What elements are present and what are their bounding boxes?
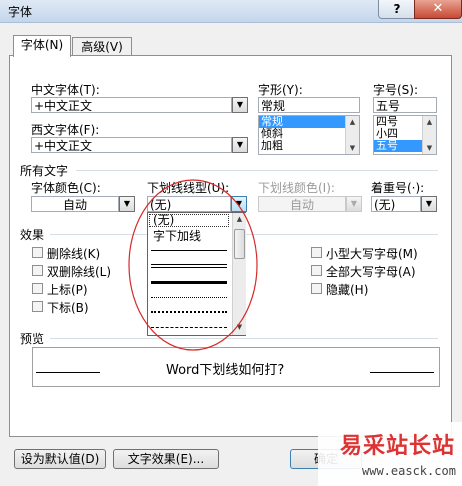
strikethrough-checkbox[interactable] — [32, 247, 43, 258]
chinese-font-label: 中文字体(T): — [31, 83, 100, 97]
watermark-url: www.easck.com — [362, 464, 456, 478]
superscript-checkbox[interactable] — [32, 283, 43, 294]
font-style-label: 字形(Y): — [258, 83, 303, 97]
all-text-heading: 所有文字 — [20, 164, 69, 178]
font-color-field[interactable]: 自动 — [31, 196, 119, 212]
font-size-option[interactable]: 五号 — [374, 140, 422, 152]
preview-baseline-left — [36, 372, 100, 373]
underline-color-dropdown-icon: ▼ — [346, 196, 362, 212]
double-strikethrough-checkbox[interactable] — [32, 265, 43, 276]
western-font-label: 西文字体(F): — [31, 123, 100, 137]
effects-heading: 效果 — [20, 228, 45, 242]
close-button[interactable]: ✕ — [414, 0, 462, 19]
tab-advanced[interactable]: 高级(V) — [72, 37, 132, 56]
preview-sample-text: Word下划线如何打? — [166, 363, 285, 378]
tab-font[interactable]: 字体(N) — [13, 35, 71, 57]
hidden-checkbox[interactable] — [311, 283, 322, 294]
annotation-circle — [128, 179, 258, 351]
preview-baseline-right — [370, 372, 434, 373]
chinese-font-dropdown-icon[interactable]: ▼ — [232, 97, 248, 113]
text-effects-button[interactable]: 文字效果(E)... — [113, 449, 219, 469]
font-color-label: 字体颜色(C): — [31, 181, 101, 195]
all-caps-checkbox[interactable] — [311, 265, 322, 276]
font-size-field[interactable]: 五号 — [373, 97, 437, 113]
superscript-label: 上标(P) — [47, 283, 88, 297]
font-size-scrollbar[interactable]: ▲ ▼ — [422, 116, 436, 154]
window-title: 字体 — [8, 5, 33, 19]
strikethrough-label: 删除线(K) — [47, 247, 101, 261]
scroll-up-icon[interactable]: ▲ — [346, 116, 359, 128]
western-font-field[interactable]: +中文正文 — [31, 137, 232, 153]
emphasis-label: 着重号(·): — [371, 181, 425, 195]
subscript-checkbox[interactable] — [32, 301, 43, 312]
emphasis-dropdown-icon[interactable]: ▼ — [421, 196, 437, 212]
all-caps-label: 全部大写字母(A) — [326, 265, 416, 279]
underline-color-field: 自动 — [258, 196, 346, 212]
chinese-font-field[interactable]: +中文正文 — [31, 97, 232, 113]
double-strikethrough-label: 双删除线(L) — [47, 265, 112, 279]
scroll-up-icon[interactable]: ▲ — [423, 116, 436, 128]
subscript-label: 下标(B) — [47, 301, 89, 315]
help-button[interactable]: ? — [378, 0, 416, 19]
set-default-button[interactable]: 设为默认值(D) — [14, 449, 106, 469]
scroll-down-icon[interactable]: ▼ — [423, 142, 436, 154]
font-style-scrollbar[interactable]: ▲ ▼ — [345, 116, 359, 154]
scroll-down-icon[interactable]: ▼ — [346, 142, 359, 154]
emphasis-field[interactable]: (无) — [371, 196, 421, 212]
section-divider — [76, 170, 438, 171]
small-caps-checkbox[interactable] — [311, 247, 322, 258]
watermark-brand: 易采站长站 — [340, 433, 456, 459]
western-font-dropdown-icon[interactable]: ▼ — [232, 137, 248, 153]
preview-heading: 预览 — [20, 332, 45, 346]
font-style-field[interactable]: 常规 — [258, 97, 360, 113]
font-size-label: 字号(S): — [373, 83, 419, 97]
small-caps-label: 小型大写字母(M) — [326, 247, 418, 261]
font-style-option[interactable]: 加粗 — [259, 140, 359, 152]
hidden-label: 隐藏(H) — [326, 283, 369, 297]
underline-color-label: 下划线颜色(I): — [258, 181, 335, 195]
